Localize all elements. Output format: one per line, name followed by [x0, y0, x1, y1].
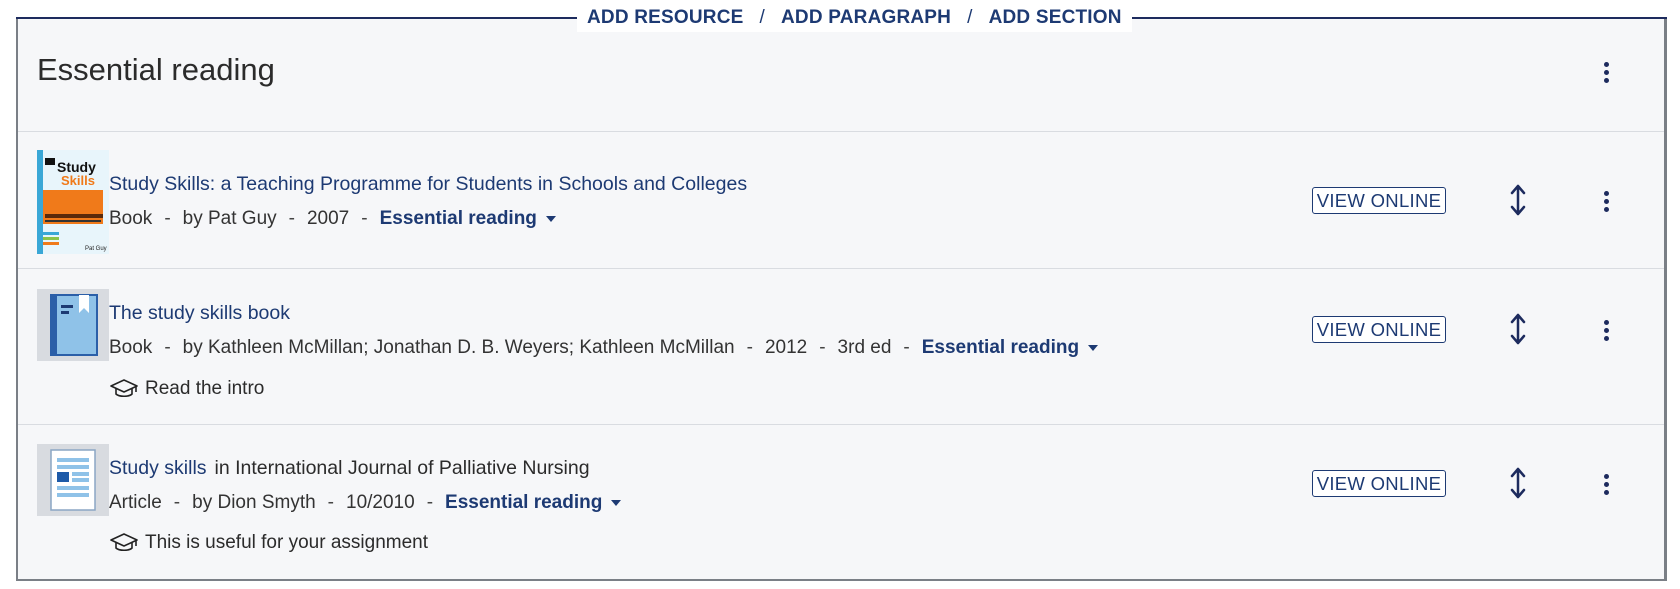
section-bottom-border	[16, 579, 1667, 581]
view-online-button[interactable]: VIEW ONLINE	[1312, 316, 1446, 343]
add-toolbar: ADD RESOURCE / ADD PARAGRAPH / ADD SECTI…	[577, 4, 1132, 32]
add-section-link[interactable]: ADD SECTION	[989, 7, 1122, 29]
resource-edition: 3rd ed	[837, 337, 892, 358]
journal-name: in International Journal of Palliative N…	[214, 457, 590, 479]
caret-down-icon	[611, 499, 622, 506]
resource-meta: Article - by Dion Smyth -10/2010- Essential …	[109, 492, 622, 514]
cover-title-line2: Skills	[61, 173, 95, 188]
resource-title-link[interactable]: Study skills	[109, 457, 207, 479]
resource-author: by Dion Smyth	[192, 492, 316, 513]
cover-author: Pat Guy	[85, 246, 107, 252]
separator: /	[759, 7, 766, 28]
section-more-icon[interactable]	[1596, 60, 1616, 88]
item-more-icon[interactable]	[1596, 472, 1616, 500]
item-more-icon[interactable]	[1596, 318, 1616, 346]
importance-dropdown[interactable]: Essential reading	[922, 337, 1099, 358]
resource-year: 2012	[764, 337, 808, 358]
resource-meta: Book - by Pat Guy -2007- Essential reading	[109, 208, 556, 230]
move-handle-icon[interactable]	[1508, 184, 1528, 216]
book-cover-thumbnail[interactable]: Study Skills Pat Guy	[37, 150, 109, 259]
view-online-button[interactable]: VIEW ONLINE	[1312, 187, 1446, 214]
importance-dropdown[interactable]: Essential reading	[445, 492, 622, 513]
view-online-button[interactable]: VIEW ONLINE	[1312, 470, 1446, 497]
add-resource-link[interactable]: ADD RESOURCE	[587, 7, 744, 29]
section-title: Essential reading	[37, 52, 275, 87]
importance-dropdown[interactable]: Essential reading	[380, 208, 556, 229]
student-note: This is useful for your assignment	[109, 532, 428, 554]
resource-type: Book	[109, 337, 153, 358]
resource-title-link[interactable]: The study skills book	[109, 302, 290, 325]
divider	[18, 268, 1664, 269]
caret-down-icon	[1088, 344, 1099, 351]
note-text: Read the intro	[145, 378, 265, 399]
book-thumbnail[interactable]	[37, 289, 109, 366]
graduation-cap-icon	[110, 533, 138, 552]
resource-author: by Pat Guy	[182, 208, 277, 229]
move-handle-icon[interactable]	[1508, 467, 1528, 499]
divider	[18, 424, 1664, 425]
resource-year: 10/2010	[346, 492, 415, 513]
resource-title-row: Study skills in International Journal of …	[109, 457, 590, 480]
resource-title-link[interactable]: Study Skills: a Teaching Programme for S…	[109, 173, 747, 196]
add-paragraph-link[interactable]: ADD PARAGRAPH	[781, 7, 951, 29]
note-text: This is useful for your assignment	[145, 532, 429, 553]
caret-down-icon	[545, 215, 556, 222]
resource-type: Book	[109, 208, 153, 229]
item-more-icon[interactable]	[1596, 189, 1616, 217]
separator: /	[967, 7, 973, 28]
resource-author: by Kathleen McMillan; Jonathan D. B. Wey…	[182, 337, 735, 358]
divider	[18, 131, 1664, 132]
article-thumbnail[interactable]	[37, 444, 109, 521]
resource-year: 2007	[306, 208, 350, 229]
student-note: Read the intro	[109, 378, 264, 400]
graduation-cap-icon	[110, 379, 138, 398]
move-handle-icon[interactable]	[1508, 313, 1528, 345]
resource-meta: Book - by Kathleen McMillan; Jonathan D. B…	[109, 337, 1099, 359]
resource-type: Article	[109, 492, 162, 513]
